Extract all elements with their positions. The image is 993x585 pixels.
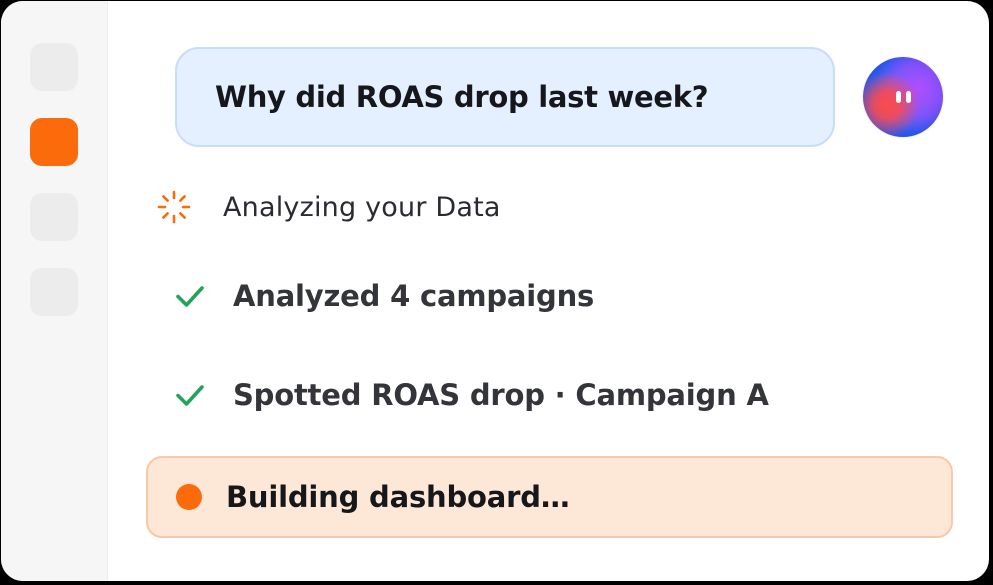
analysis-status: Analyzing your Data: [156, 189, 501, 225]
step-label: Spotted ROAS drop · Campaign A: [233, 378, 769, 412]
avatar-eye-left: [896, 91, 901, 103]
step-item: Analyzed 4 campaigns: [173, 279, 594, 313]
app-window: Why did ROAS drop last week? Analyzing y…: [1, 1, 989, 581]
assistant-avatar-icon: [863, 57, 943, 137]
sidebar: [1, 1, 108, 581]
avatar-eye-right: [906, 91, 911, 103]
step-label: Analyzed 4 campaigns: [233, 279, 595, 313]
sidebar-item-3[interactable]: [30, 193, 78, 241]
step-item: Spotted ROAS drop · Campaign A: [173, 378, 769, 412]
analysis-status-text: Analyzing your Data: [223, 191, 501, 223]
sidebar-item-1[interactable]: [30, 43, 78, 91]
check-icon: [176, 286, 204, 307]
user-question-bubble: Why did ROAS drop last week?: [175, 47, 835, 147]
sidebar-item-active[interactable]: [30, 118, 78, 166]
active-step: Building dashboard…: [146, 456, 953, 538]
sidebar-item-4[interactable]: [30, 268, 78, 316]
user-question-text: Why did ROAS drop last week?: [215, 80, 709, 114]
check-icon: [176, 385, 204, 406]
active-step-label: Building dashboard…: [226, 480, 570, 514]
in-progress-dot-icon: [176, 484, 202, 510]
spinner-icon: [157, 190, 191, 224]
